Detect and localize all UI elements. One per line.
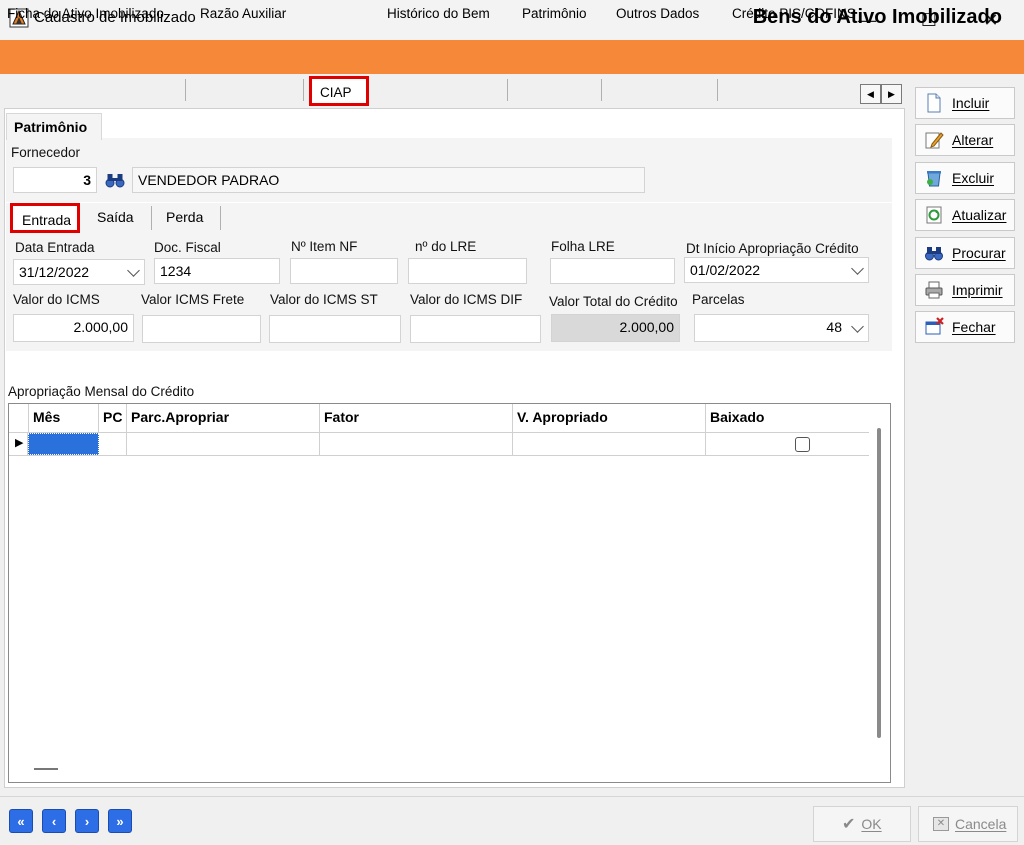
lre-label: nº do LRE — [415, 239, 477, 254]
doc-fiscal-label: Doc. Fiscal — [154, 240, 221, 255]
item-nf-input[interactable] — [290, 258, 398, 284]
refresh-icon — [924, 205, 944, 225]
tab-separator — [717, 79, 718, 101]
grid-horizontal-scrollbar[interactable] — [34, 768, 58, 770]
tab-outros-dados[interactable]: Outros Dados — [616, 0, 699, 28]
tab-scroll-arrows: ◀ ▶ — [860, 84, 902, 104]
chevron-down-icon — [851, 262, 864, 275]
chevron-down-icon — [127, 264, 140, 277]
checkmark-icon: ✔ — [842, 816, 856, 833]
valor-icms-input[interactable]: 2.000,00 — [13, 314, 134, 342]
icms-st-input[interactable] — [269, 315, 401, 343]
col-mes[interactable]: Mês — [29, 404, 99, 432]
tab-ficha[interactable]: Ficha do Ativo Imobilizado — [7, 0, 164, 28]
tab-separator — [507, 79, 508, 101]
tab-ciap[interactable]: CIAP — [309, 76, 369, 106]
tab-separator — [185, 79, 186, 101]
cell-mes[interactable] — [28, 433, 99, 455]
alterar-button[interactable]: Alterar — [915, 124, 1015, 156]
cell-pc[interactable] — [99, 433, 127, 455]
binoculars-icon — [924, 243, 944, 263]
data-entrada-label: Data Entrada — [15, 240, 95, 255]
cell-v-apropriado[interactable] — [513, 433, 706, 455]
cancel-button[interactable]: ✕ Cancela — [918, 806, 1018, 842]
folha-lre-label: Folha LRE — [551, 239, 615, 254]
last-record-button[interactable]: » — [108, 809, 132, 833]
header-banner — [0, 40, 1024, 74]
cell-baixado — [706, 433, 869, 455]
atualizar-button[interactable]: Atualizar — [915, 199, 1015, 231]
chevron-down-icon — [851, 320, 864, 333]
tab-entrada[interactable]: Entrada — [10, 203, 80, 233]
col-v-apropriado[interactable]: V. Apropriado — [513, 404, 706, 432]
next-record-button[interactable]: › — [75, 809, 99, 833]
cell-fator[interactable] — [320, 433, 513, 455]
icms-dif-label: Valor do ICMS DIF — [410, 292, 523, 307]
item-nf-label: Nº Item NF — [291, 239, 358, 254]
grid-vertical-scrollbar[interactable] — [877, 428, 881, 738]
col-fator[interactable]: Fator — [320, 404, 513, 432]
tab-perda[interactable]: Perda — [166, 204, 203, 232]
table-row[interactable]: ▶ — [9, 432, 869, 456]
excluir-button[interactable]: Excluir — [915, 162, 1015, 194]
lre-input[interactable] — [408, 258, 527, 284]
valor-icms-label: Valor do ICMS — [13, 292, 100, 307]
icms-frete-label: Valor ICMS Frete — [141, 292, 245, 307]
fornecedor-label: Fornecedor — [11, 145, 81, 160]
incluir-button[interactable]: Incluir — [915, 87, 1015, 119]
col-baixado[interactable]: Baixado — [706, 404, 869, 432]
ok-button[interactable]: ✔ OK — [813, 806, 911, 842]
cell-parc-apropriar[interactable] — [127, 433, 320, 455]
dt-inicio-select[interactable]: 01/02/2022 — [684, 257, 869, 283]
printer-icon — [924, 280, 944, 300]
tab-patrimonio[interactable]: Patrimônio — [522, 0, 587, 28]
tab-scroll-left-button[interactable]: ◀ — [860, 84, 881, 104]
procurar-button[interactable]: Procurar — [915, 237, 1015, 269]
col-pc[interactable]: PC — [99, 404, 127, 432]
footer-divider — [0, 796, 1024, 797]
icms-dif-input[interactable] — [410, 315, 541, 343]
subtab-patrimonio[interactable]: Patrimônio — [6, 113, 102, 140]
cancel-icon: ✕ — [933, 817, 949, 831]
close-window-icon — [924, 317, 944, 337]
folha-lre-input[interactable] — [550, 258, 675, 284]
prev-record-button[interactable]: ‹ — [42, 809, 66, 833]
grid-title: Apropriação Mensal do Crédito — [8, 384, 195, 399]
doc-fiscal-input[interactable]: 1234 — [154, 258, 280, 284]
tab-saida[interactable]: Saída — [97, 204, 134, 232]
tab-separator — [303, 79, 304, 101]
tab-credito-pis-cofins[interactable]: Crédito PIS/COFINS — [732, 0, 860, 28]
dt-inicio-label: Dt Início Apropriação Crédito — [686, 241, 859, 256]
row-indicator-icon: ▶ — [9, 433, 28, 455]
icms-frete-input[interactable] — [142, 315, 261, 343]
parcelas-label: Parcelas — [692, 292, 745, 307]
fornecedor-code-field[interactable]: 3 — [13, 167, 97, 193]
first-record-button[interactable]: « — [9, 809, 33, 833]
search-supplier-icon[interactable] — [104, 170, 126, 190]
parcelas-select[interactable]: 48 — [694, 314, 869, 342]
col-parc-apropriar[interactable]: Parc.Apropriar — [127, 404, 320, 432]
fornecedor-name-field: VENDEDOR PADRAO — [132, 167, 645, 193]
edit-pencil-icon — [924, 130, 944, 150]
icms-st-label: Valor do ICMS ST — [270, 292, 378, 307]
tab-separator — [220, 206, 221, 230]
credit-grid — [8, 403, 891, 783]
fechar-button[interactable]: Fechar — [915, 311, 1015, 343]
tab-separator — [601, 79, 602, 101]
imprimir-button[interactable]: Imprimir — [915, 274, 1015, 306]
tab-scroll-right-button[interactable]: ▶ — [881, 84, 902, 104]
data-entrada-select[interactable]: 31/12/2022 — [13, 259, 145, 285]
trash-icon — [924, 168, 944, 188]
tab-separator — [151, 206, 152, 230]
new-document-icon — [924, 93, 944, 113]
grid-header-indicator — [9, 404, 29, 432]
total-credito-label: Valor Total do Crédito — [549, 294, 678, 309]
tab-razao[interactable]: Razão Auxiliar — [200, 0, 286, 28]
grid-header: Mês PC Parc.Apropriar Fator V. Apropriad… — [9, 404, 869, 432]
baixado-checkbox[interactable] — [795, 437, 810, 452]
total-credito-field: 2.000,00 — [551, 314, 680, 342]
tab-historico[interactable]: Histórico do Bem — [387, 0, 490, 28]
